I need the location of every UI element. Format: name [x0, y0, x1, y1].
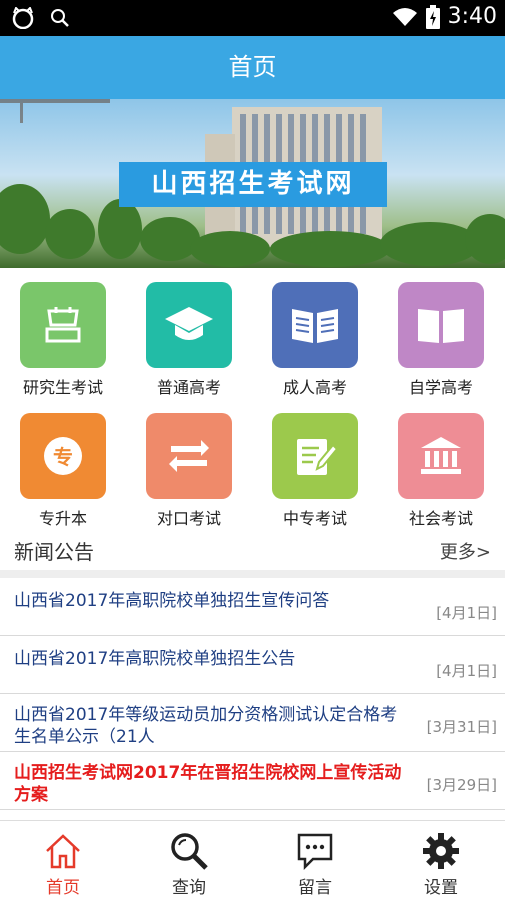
news-item[interactable]: 山西省2017年高职院校单独招生宣传问答 [4月1日]: [0, 578, 505, 636]
category-label: 成人高考: [282, 378, 347, 397]
category-graduate-exam[interactable]: 研究生考试: [0, 270, 126, 400]
news-heading: 新闻公告: [14, 540, 94, 564]
category-label: 中专考试: [282, 509, 347, 528]
more-link[interactable]: 更多>: [440, 538, 491, 564]
news-title: 山西省2017年高职院校单独招生宣传问答: [14, 591, 330, 611]
category-label: 研究生考试: [22, 378, 103, 397]
page-title: 首页: [228, 53, 277, 81]
clock: 3:40: [447, 4, 497, 29]
category-social-exam[interactable]: 社会考试: [378, 401, 504, 531]
nav-label: 设置: [424, 878, 458, 898]
bottom-navigation: 首页 查询 留言 设置: [0, 820, 505, 900]
news-title: 山西省2017年高职院校单独招生公告: [14, 649, 296, 669]
nav-settings[interactable]: 设置: [378, 821, 504, 900]
category-icon-bg: [272, 282, 358, 368]
nav-label: 查询: [172, 878, 206, 898]
category-icon-bg: [20, 282, 106, 368]
nav-label: 留言: [298, 878, 332, 898]
wifi-icon: [392, 7, 417, 26]
category-college-entrance[interactable]: 普通高考: [126, 270, 252, 400]
category-label: 普通高考: [156, 378, 221, 397]
category-label: 对口考试: [156, 509, 221, 528]
nav-message[interactable]: 留言: [252, 821, 378, 900]
category-upgrade-bachelor[interactable]: 专 专升本: [0, 401, 126, 531]
search-icon: [171, 833, 208, 870]
edit-note-icon: [297, 439, 339, 475]
category-label: 社会考试: [408, 509, 473, 528]
news-date: [3月29日]: [426, 776, 497, 794]
category-label: 自学高考: [408, 378, 473, 397]
news-date: [4月1日]: [436, 662, 497, 680]
nav-search[interactable]: 查询: [126, 821, 252, 900]
status-bar: 3:40: [0, 0, 505, 36]
news-item[interactable]: 山西招生考试网2017年在晋招生院校网上宣传活动方案 [3月29日]: [0, 752, 505, 810]
battery-icon: [425, 4, 440, 29]
zhuan-badge-icon: 专: [44, 437, 82, 475]
open-book-reading-icon: [292, 309, 338, 343]
news-title: 山西省2017年等级运动员加分资格测试认定合格考生名单公示（21人: [14, 705, 398, 747]
news-item[interactable]: 山西省2017年等级运动员加分资格测试认定合格考生名单公示（21人 [3月31日…: [0, 694, 505, 752]
banner-title: 山西招生考试网: [119, 162, 387, 207]
divider: [0, 570, 505, 578]
category-adult-exam[interactable]: 成人高考: [252, 270, 378, 400]
swap-arrows-icon: [169, 440, 209, 472]
category-self-study[interactable]: 自学高考: [378, 270, 504, 400]
category-icon-bg: [398, 413, 484, 499]
news-section-header: 新闻公告 更多>: [0, 530, 505, 570]
banner[interactable]: 山西招生考试网: [0, 99, 505, 268]
category-label: 专升本: [38, 509, 87, 528]
category-icon-bg: [146, 282, 232, 368]
graduate-hat-outline-icon: [45, 307, 81, 343]
category-icon-bg: [272, 413, 358, 499]
category-technical-school[interactable]: 中专考试: [252, 401, 378, 531]
category-icon-bg: [398, 282, 484, 368]
news-title-highlight: 山西招生考试网2017年在晋招生院校网上宣传活动方案: [14, 763, 402, 805]
home-icon: [46, 834, 80, 869]
nav-label: 首页: [46, 878, 80, 898]
open-book-icon: [418, 309, 464, 343]
institution-icon: [421, 437, 461, 474]
message-icon: [297, 833, 333, 871]
news-item[interactable]: 山西省2017年高职院校单独招生公告 [4月1日]: [0, 636, 505, 694]
svg-text:专: 专: [53, 445, 73, 469]
category-icon-bg: [146, 413, 232, 499]
category-vocational-exam[interactable]: 对口考试: [126, 401, 252, 531]
nav-home[interactable]: 首页: [0, 821, 126, 900]
category-icon-bg: 专: [20, 413, 106, 499]
graduation-cap-icon: [165, 307, 213, 340]
search-status-icon: [51, 9, 69, 27]
title-bar: 首页: [0, 36, 505, 99]
settings-gear-icon: [423, 833, 459, 869]
cat-icon: [12, 7, 34, 29]
news-date: [4月1日]: [436, 604, 497, 622]
news-date: [3月31日]: [426, 718, 497, 736]
